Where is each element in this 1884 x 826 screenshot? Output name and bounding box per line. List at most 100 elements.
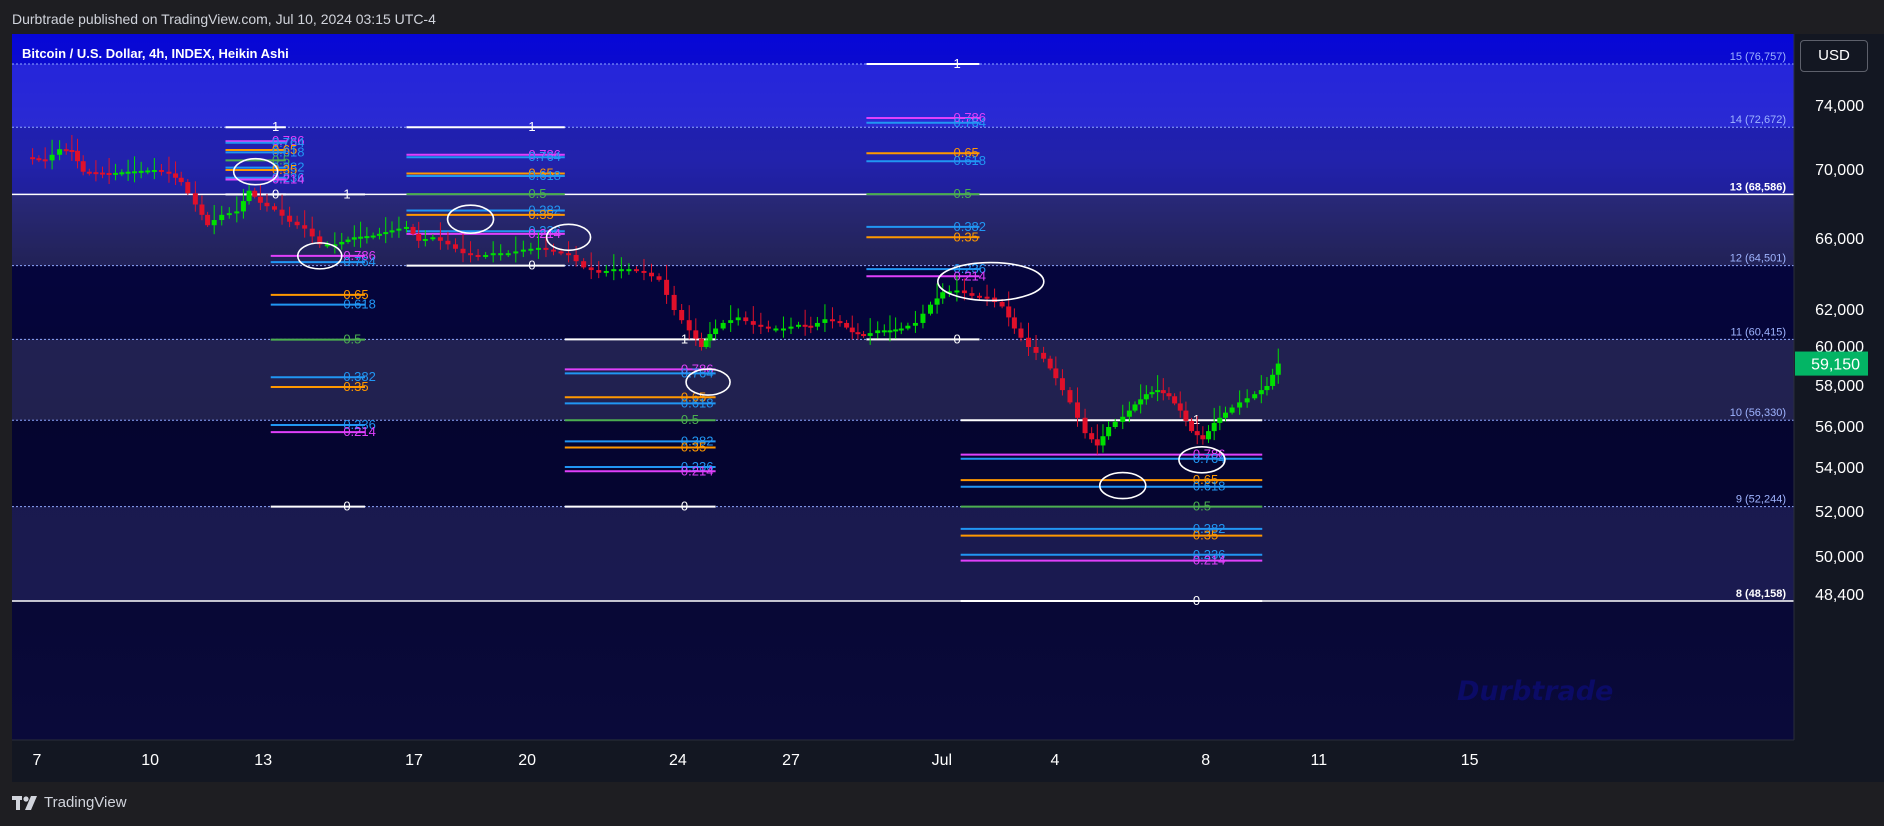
candle-body: [603, 270, 609, 273]
candle-body: [80, 161, 86, 172]
candle-body: [205, 214, 211, 226]
candle-body: [460, 248, 466, 254]
candle-body: [626, 269, 632, 272]
candle-body: [138, 170, 144, 173]
candle-body: [264, 202, 270, 207]
candle-body: [294, 221, 300, 226]
grid-level-label: 14 (72,672): [1730, 114, 1786, 126]
chart-title: Bitcoin / U.S. Dollar, 4h, INDEX, Heikin…: [22, 46, 289, 61]
candle-body: [364, 236, 370, 239]
candle-body: [158, 170, 164, 172]
candle-body: [445, 240, 451, 245]
candle-body: [788, 326, 794, 329]
candle-body: [505, 253, 511, 256]
candle-body: [543, 247, 549, 250]
x-tick-label: 4: [1050, 752, 1059, 769]
candle-body: [86, 171, 92, 174]
candle-body: [707, 334, 713, 341]
candle-body: [199, 204, 205, 215]
candle-body: [185, 182, 191, 194]
candle-body: [940, 292, 946, 299]
candle-body: [106, 173, 112, 176]
fib-level-label: 0.214: [681, 463, 714, 478]
x-tick-label: Jul: [932, 752, 952, 769]
x-tick-label: 13: [254, 752, 272, 769]
candle-body: [1112, 421, 1118, 427]
fib-level-label: 0: [528, 258, 535, 273]
y-tick-label: 48,400: [1815, 587, 1864, 604]
candle-body: [934, 298, 940, 305]
candle-body: [1126, 410, 1132, 417]
candle-body: [558, 251, 564, 254]
candle-body: [1138, 399, 1144, 405]
candle-body: [376, 233, 382, 236]
candle-body: [272, 206, 278, 210]
fib-level-label: 0.35: [343, 379, 368, 394]
candle-body: [403, 226, 409, 229]
grid-band: [12, 506, 1794, 601]
candle-body: [483, 254, 489, 257]
candle-body: [1270, 374, 1276, 386]
fib-level-label: 0.764: [528, 149, 561, 164]
candle-body: [977, 295, 982, 298]
candle-body: [920, 313, 926, 323]
x-tick-label: 20: [518, 752, 536, 769]
time-scale[interactable]: [12, 740, 1794, 782]
candle-body: [416, 233, 422, 241]
candle-body: [814, 322, 820, 327]
candle-body: [1194, 431, 1200, 436]
candle-body: [713, 328, 719, 335]
candle-body: [743, 317, 749, 322]
fib-level-label: 0.35: [528, 207, 553, 222]
candle-body: [758, 324, 764, 327]
y-tick-label: 74,000: [1815, 98, 1864, 115]
candle-body: [132, 171, 138, 174]
fib-level-label: 1: [681, 331, 688, 346]
candle-body: [1222, 412, 1228, 418]
candle-body: [36, 158, 42, 161]
candle-body: [686, 320, 692, 331]
currency-button[interactable]: USD: [1800, 40, 1868, 72]
fib-level-label: 0: [1193, 593, 1200, 608]
tradingview-logo[interactable]: TradingView: [12, 794, 127, 811]
candle-body: [649, 272, 655, 277]
candle-body: [1006, 306, 1012, 318]
candle-body: [849, 327, 855, 333]
fib-level-label: 0.5: [1193, 499, 1211, 514]
candle-body: [520, 249, 526, 252]
fib-level-label: 1: [953, 56, 960, 71]
candle-body: [1059, 378, 1065, 391]
candle-body: [802, 324, 808, 327]
x-tick-label: 8: [1201, 752, 1210, 769]
x-tick-label: 10: [141, 752, 159, 769]
price-scale[interactable]: [1794, 34, 1884, 782]
fib-level-label: 0: [343, 499, 350, 514]
candle-body: [1258, 390, 1264, 395]
candle-body: [656, 276, 662, 280]
candle-body: [226, 213, 232, 216]
candle-body: [664, 279, 670, 295]
candle-body: [1026, 337, 1032, 347]
candle-body: [927, 304, 933, 314]
candle-body: [49, 154, 55, 161]
fib-level-label: 0.764: [953, 115, 986, 130]
fib-level-label: 0.5: [528, 186, 546, 201]
candle-body: [113, 172, 119, 175]
candle-body: [1172, 396, 1178, 404]
candle-body: [528, 248, 534, 251]
candle-body: [309, 228, 315, 237]
candle-body: [999, 302, 1005, 307]
candle-body: [735, 317, 741, 321]
candle-body: [808, 325, 814, 328]
candle-body: [1143, 394, 1149, 400]
grid-band: [12, 339, 1794, 421]
x-tick-label: 27: [782, 752, 800, 769]
y-tick-label: 50,000: [1815, 549, 1864, 566]
candle-body: [844, 322, 850, 328]
price-chart[interactable]: 15 (76,757) 14 (72,672) 13 (68,586) 12 (64,…: [0, 34, 1884, 782]
candle-body: [430, 237, 436, 240]
grid-level-label: 12 (64,501): [1730, 253, 1786, 265]
candle-body: [881, 330, 887, 333]
candle-body: [566, 253, 572, 256]
candle-body: [358, 236, 364, 239]
